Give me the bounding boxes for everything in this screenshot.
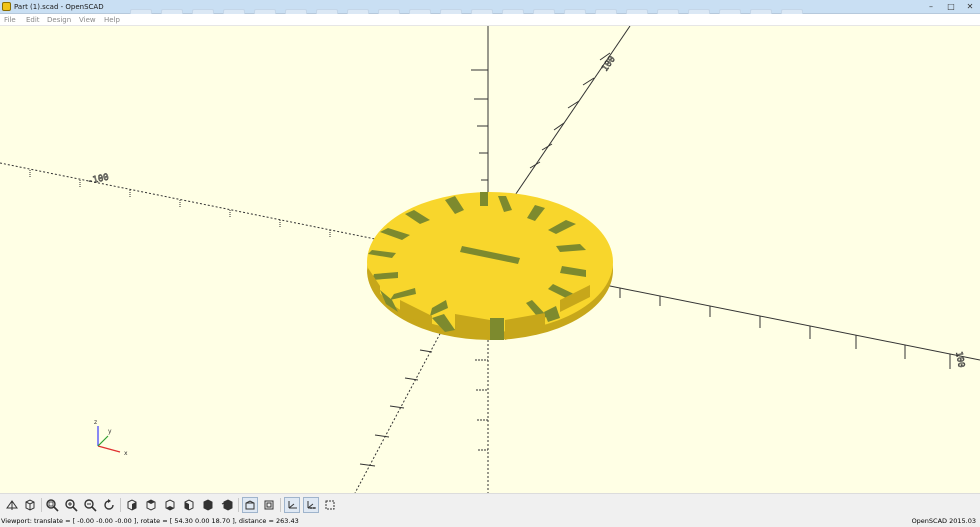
viewport-status: Viewport: translate = [ -0.00 -0.00 -0.0… [1, 517, 299, 525]
scene-canvas: 100 -100 100 z x y [0, 26, 980, 493]
render-icon[interactable] [22, 497, 38, 513]
show-axes-icon[interactable] [284, 497, 300, 513]
view-left-icon[interactable] [181, 497, 197, 513]
view-front-icon[interactable] [200, 497, 216, 513]
menu-help[interactable]: Help [104, 14, 120, 26]
perspective-icon[interactable] [242, 497, 258, 513]
show-scale-markers-icon[interactable] [303, 497, 319, 513]
zoom-in-icon[interactable] [63, 497, 79, 513]
menu-bar: File Edit Design View Help [0, 14, 980, 26]
window-title: Part (1).scad - OpenSCAD [14, 3, 104, 11]
view-bottom-icon[interactable] [162, 497, 178, 513]
orthogonal-icon[interactable] [261, 497, 277, 513]
x-positive-scale-label: 100 [953, 351, 966, 369]
title-bar: Part (1).scad - OpenSCAD – □ ✕ [0, 0, 980, 17]
background-tabs-strip [130, 2, 860, 17]
view-top-icon[interactable] [143, 497, 159, 513]
menu-file[interactable]: File [4, 14, 16, 26]
zoom-out-icon[interactable] [82, 497, 98, 513]
gizmo-y-label: y [108, 428, 112, 435]
menu-design[interactable]: Design [47, 14, 71, 26]
axis-gizmo: z x y [94, 419, 128, 457]
openscad-app-icon [2, 2, 11, 11]
version-label: OpenSCAD 2015.03 [911, 517, 976, 525]
preview-icon[interactable] [4, 497, 20, 513]
3d-viewport[interactable]: 100 -100 100 z x y [0, 26, 980, 493]
minimize-button[interactable]: – [922, 1, 940, 12]
view-right-icon[interactable] [124, 497, 140, 513]
view-toolbar [0, 493, 980, 515]
reset-view-icon[interactable] [101, 497, 117, 513]
menu-edit[interactable]: Edit [26, 14, 40, 26]
maximize-button[interactable]: □ [942, 1, 960, 12]
model-disc [367, 192, 613, 340]
gizmo-x-label: x [124, 450, 128, 457]
close-button[interactable]: ✕ [961, 1, 979, 12]
view-all-icon[interactable] [44, 497, 60, 513]
status-bar: Viewport: translate = [ -0.00 -0.00 -0.0… [0, 515, 980, 527]
view-back-icon[interactable] [219, 497, 235, 513]
show-edges-icon[interactable] [322, 497, 338, 513]
gizmo-z-label: z [94, 419, 97, 426]
menu-view[interactable]: View [79, 14, 96, 26]
